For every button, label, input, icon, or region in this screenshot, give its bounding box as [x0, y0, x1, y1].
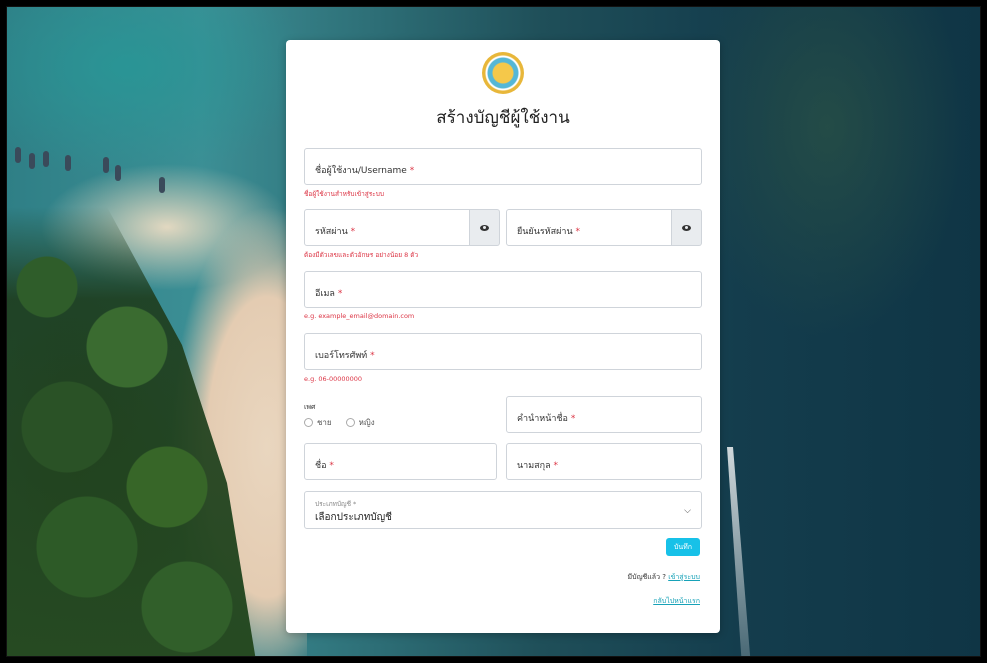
radio-male-label[interactable]: ชาย [317, 416, 332, 429]
register-card: สร้างบัญชีผู้ใช้งาน ชื่อผู้ใช้งาน/Userna… [286, 40, 720, 633]
required-mark: * [329, 461, 334, 471]
password-help: ต้องมีตัวเลขและตัวอักษร อย่างน้อย 8 ตัว [304, 251, 419, 259]
prefix-label: คำนำหน้าชื่อ [517, 414, 568, 424]
account-type-select[interactable]: ประเภทบัญชี * เลือกประเภทบัญชี ⌵ [304, 491, 702, 529]
home-link[interactable]: กลับไปหน้าแรก [653, 596, 700, 607]
eye-icon [480, 224, 489, 231]
boat [65, 155, 71, 171]
password-field[interactable]: รหัสผ่าน * [304, 209, 470, 246]
account-type-value: เลือกประเภทบัญชี [315, 512, 392, 523]
required-mark: * [370, 351, 375, 361]
email-field[interactable]: อีเมล * [304, 271, 702, 308]
boat [159, 177, 165, 193]
username-field[interactable]: ชื่อผู้ใช้งาน/Username * [304, 148, 702, 185]
required-mark: * [350, 227, 356, 237]
boat [15, 147, 21, 163]
required-mark: * [575, 227, 580, 237]
toggle-confirm-password-button[interactable] [672, 209, 702, 246]
required-mark: * [570, 414, 576, 424]
radio-female[interactable] [345, 418, 355, 427]
gender-label: เพศ [304, 403, 316, 411]
first-name-label: ชื่อ [315, 461, 327, 471]
boat-wake [727, 447, 751, 656]
login-prompt: มีบัญชีแล้ว ? เข้าสู่ระบบ [628, 572, 700, 583]
account-type-label: ประเภทบัญชี * [315, 500, 357, 508]
first-name-field[interactable]: ชื่อ * [304, 443, 497, 480]
has-account-text: มีบัญชีแล้ว ? [627, 573, 666, 581]
last-name-label: นามสกุล [517, 461, 551, 471]
boat [43, 151, 49, 167]
chevron-down-icon: ⌵ [684, 506, 691, 516]
save-button[interactable]: บันทึก [666, 538, 700, 556]
username-help: ชื่อผู้ใช้งานสำหรับเข้าสู่ระบบ [304, 190, 385, 198]
login-link[interactable]: เข้าสู่ระบบ [668, 573, 700, 581]
last-name-field[interactable]: นามสกุล * [506, 443, 702, 480]
eye-icon [682, 224, 691, 231]
boat [103, 157, 109, 173]
boat [115, 165, 121, 181]
required-mark: * [553, 461, 558, 471]
required-mark: * [337, 289, 343, 299]
required-mark: * [409, 166, 415, 176]
phone-help: e.g. 06-00000000 [304, 375, 363, 383]
email-label: อีเมล [315, 289, 335, 299]
page-title: สร้างบัญชีผู้ใช้งาน [436, 108, 570, 128]
phone-label: เบอร์โทรศัพท์ [315, 351, 368, 361]
boat [29, 153, 35, 169]
prefix-field[interactable]: คำนำหน้าชื่อ * [506, 396, 702, 433]
gender-options: ชาย หญิง [304, 416, 375, 429]
logo-icon [482, 52, 524, 94]
phone-field[interactable]: เบอร์โทรศัพท์ * [304, 333, 702, 370]
password-label: รหัสผ่าน [315, 227, 348, 237]
confirm-password-field[interactable]: ยืนยันรหัสผ่าน * [506, 209, 672, 246]
confirm-password-label: ยืนยันรหัสผ่าน [517, 227, 573, 237]
email-help: e.g. example_email@domain.com [304, 312, 415, 320]
radio-male[interactable] [304, 418, 313, 427]
radio-female-label[interactable]: หญิง [359, 416, 375, 429]
toggle-password-button[interactable] [470, 209, 500, 246]
username-label: ชื่อผู้ใช้งาน/Username [315, 166, 407, 176]
